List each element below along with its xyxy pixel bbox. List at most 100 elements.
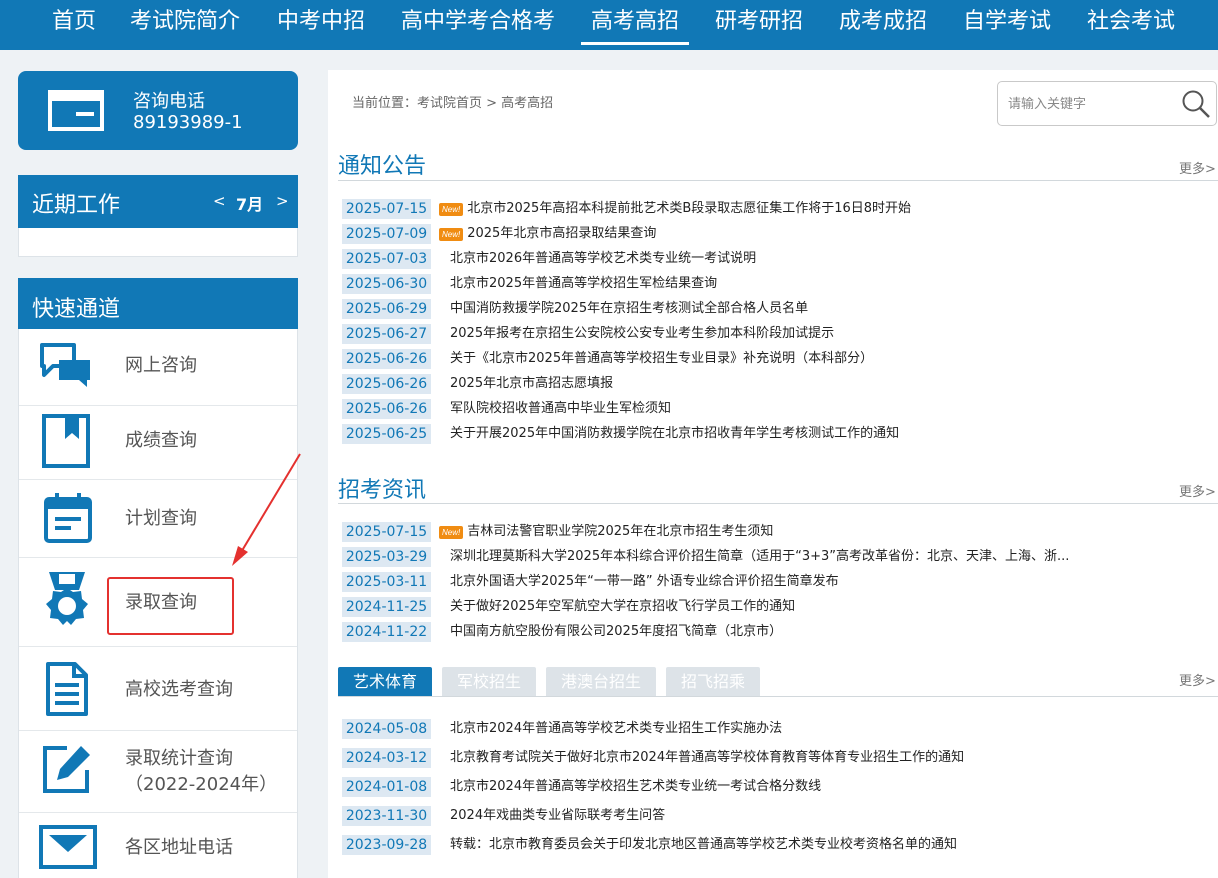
nav-item-zixue[interactable]: 自学考试 — [963, 0, 1051, 50]
news-item[interactable]: 2025-06-27 2025年报考在京招生公安院校公安专业考生参加本科阶段加试提… — [342, 324, 1218, 344]
nav-item-chengkao[interactable]: 成考成招 — [839, 0, 927, 50]
prev-month-button[interactable]: < — [213, 192, 226, 210]
news-item[interactable]: 2024-11-22 中国南方航空股份有限公司2025年度招飞简章（北京市） — [342, 622, 1218, 642]
nav-item-gaokao[interactable]: 高考高招 — [580, 0, 690, 50]
news-item[interactable]: 2025-06-29 中国消防救援学院2025年在京招生考核测试全部合格人员名单 — [342, 299, 1218, 319]
quick-item-sublabel: （2022-2024年） — [125, 774, 278, 795]
nav-item-shehui[interactable]: 社会考试 — [1087, 0, 1175, 50]
news-date: 2023-11-30 — [342, 806, 431, 826]
news-title-link[interactable]: 转载：北京市教育委员会关于印发北京地区普通高等学校艺术类专业校考资格名单的通知 — [450, 835, 957, 855]
tab-pilot-recruit[interactable]: 招飞招乘 — [666, 667, 760, 696]
card-icon — [48, 90, 104, 131]
news-title-link[interactable]: 北京市2024年普通高等学校艺术类专业招生工作实施办法 — [450, 719, 782, 739]
edit-icon — [43, 746, 90, 793]
news-title-link[interactable]: 关于做好2025年空军航空大学在京招收飞行学员工作的通知 — [450, 597, 795, 617]
chat-icon — [40, 343, 90, 387]
news-title-link[interactable]: 深圳北理莫斯科大学2025年本科综合评价招生简章（适用于“3+3”高考改革省份：… — [450, 547, 1069, 567]
quick-item-label: 网上咨询 — [125, 355, 197, 376]
news-item[interactable]: 2025-06-25 关于开展2025年中国消防救援学院在北京市招收青年学生考核测… — [342, 424, 1218, 444]
news-title-link[interactable]: 吉林司法警官职业学院2025年在北京市招生考生须知 — [467, 522, 773, 542]
news-title-link[interactable]: 北京市2026年普通高等学校艺术类专业统一考试说明 — [450, 249, 756, 269]
news-title-link[interactable]: 2025年报考在京招生公安院校公安专业考生参加本科阶段加试提示 — [450, 324, 834, 344]
recent-work-title: 近期工作 — [32, 193, 121, 218]
news-date: 2025-06-25 — [342, 424, 431, 444]
news-title-link[interactable]: 关于开展2025年中国消防救援学院在北京市招收青年学生考核测试工作的通知 — [450, 424, 899, 444]
news-title-link[interactable]: 北京教育考试院关于做好北京市2024年普通高等学校体育教育等体育专业招生工作的通… — [450, 748, 964, 768]
news-item[interactable]: 2025-07-15 New! 北京市2025年高招本科提前批艺术类B段录取志愿征集… — [342, 199, 1218, 219]
search-icon[interactable] — [1181, 89, 1211, 119]
annotation-arrow — [232, 453, 301, 566]
news-date: 2025-07-09 — [342, 224, 431, 244]
news-title-link[interactable]: 北京市2025年普通高等学校招生军检结果查询 — [450, 274, 717, 294]
top-nav: 首页 考试院简介 中考中招 高中学考合格考 高考高招 研考研招 成考成招 自学考… — [0, 0, 1218, 50]
news-title-link[interactable]: 北京市2024年普通高等学校招生艺术类专业统一考试合格分数线 — [450, 777, 821, 797]
news-item[interactable]: 2024-01-08 北京市2024年普通高等学校招生艺术类专业统一考试合格分数线 — [342, 777, 1218, 797]
current-month: 7月 — [236, 195, 264, 214]
calendar-icon — [44, 493, 92, 543]
news-date: 2024-03-12 — [342, 748, 431, 768]
news-item[interactable]: 2023-11-30 2024年戏曲类专业省际联考考生问答 — [342, 806, 1218, 826]
news-date: 2025-06-26 — [342, 349, 431, 369]
news-date: 2025-07-15 — [342, 199, 431, 219]
news-item[interactable]: 2025-07-15 New! 吉林司法警官职业学院2025年在北京市招生考生须知 — [342, 522, 1218, 542]
news-date: 2025-03-29 — [342, 547, 431, 567]
news-item[interactable]: 2024-05-08 北京市2024年普通高等学校艺术类专业招生工作实施办法 — [342, 719, 1218, 739]
notice-more-link[interactable]: 更多> — [1179, 158, 1216, 177]
news-title-link[interactable]: 北京市2025年高招本科提前批艺术类B段录取志愿征集工作将于16日8时开始 — [467, 199, 911, 219]
medal-icon — [46, 572, 88, 625]
news-item[interactable]: 2024-11-25 关于做好2025年空军航空大学在京招收飞行学员工作的通知 — [342, 597, 1218, 617]
news-title-link[interactable]: 军队院校招收普通高中毕业生军检须知 — [450, 399, 671, 419]
consult-label: 咨询电话 — [133, 91, 205, 112]
news-item[interactable]: 2025-06-30 北京市2025年普通高等学校招生军检结果查询 — [342, 274, 1218, 294]
tabs-more-link[interactable]: 更多> — [1179, 670, 1216, 689]
quick-item-label: 成绩查询 — [125, 430, 197, 451]
news-date: 2025-06-30 — [342, 274, 431, 294]
quick-access-header: 快速通道 — [18, 278, 298, 329]
quick-item-online-consult[interactable]: 网上咨询 — [19, 330, 297, 406]
nav-item-xuekao[interactable]: 高中学考合格考 — [401, 0, 555, 50]
news-title-link[interactable]: 2025年北京市高招志愿填报 — [450, 374, 613, 394]
section-divider — [338, 180, 1218, 181]
tab-arts-sports[interactable]: 艺术体育 — [338, 667, 432, 696]
nav-item-home[interactable]: 首页 — [52, 0, 96, 50]
news-date: 2024-01-08 — [342, 777, 431, 797]
tab-hk-macao-taiwan[interactable]: 港澳台招生 — [546, 667, 656, 696]
news-item[interactable]: 2025-06-26 军队院校招收普通高中毕业生军检须知 — [342, 399, 1218, 419]
tab-military-schools[interactable]: 军校招生 — [442, 667, 536, 696]
news-title-link[interactable]: 2024年戏曲类专业省际联考考生问答 — [450, 806, 665, 826]
new-badge: New! — [439, 228, 464, 241]
recent-work-header: 近期工作 < 7月 > — [18, 175, 298, 228]
news-item[interactable]: 2025-03-29 深圳北理莫斯科大学2025年本科综合评价招生简章（适用于“3… — [342, 547, 1218, 567]
news-item[interactable]: 2025-07-09 New! 2025年北京市高招录取结果查询 — [342, 224, 1218, 244]
consult-phone-box: 咨询电话 89193989-1 — [18, 71, 298, 150]
news-item[interactable]: 2024-03-12 北京教育考试院关于做好北京市2024年普通高等学校体育教育等… — [342, 748, 1218, 768]
quick-item-label: 各区地址电话 — [125, 837, 233, 858]
news-title-link[interactable]: 2025年北京市高招录取结果查询 — [467, 224, 656, 244]
next-month-button[interactable]: > — [276, 192, 289, 210]
news-title-link[interactable]: 关于《北京市2025年普通高等学校招生专业目录》补充说明（本科部分） — [450, 349, 873, 369]
search-input[interactable] — [1008, 94, 1168, 114]
quick-item-college-subject-query[interactable]: 高校选考查询 — [19, 647, 297, 731]
news-date: 2025-06-26 — [342, 399, 431, 419]
news-date: 2025-06-26 — [342, 374, 431, 394]
news-item[interactable]: 2025-07-03 北京市2026年普通高等学校艺术类专业统一考试说明 — [342, 249, 1218, 269]
nav-item-about[interactable]: 考试院简介 — [130, 0, 240, 50]
quick-item-district-contacts[interactable]: 各区地址电话 — [19, 813, 297, 878]
news-title-link[interactable]: 中国南方航空股份有限公司2025年度招飞简章（北京市） — [450, 622, 782, 642]
section-divider — [338, 503, 1218, 504]
news-item[interactable]: 2025-06-26 关于《北京市2025年普通高等学校招生专业目录》补充说明（本… — [342, 349, 1218, 369]
news-item[interactable]: 2025-03-11 北京外国语大学2025年“一带一路” 外语专业综合评价招生简… — [342, 572, 1218, 592]
news-date: 2025-06-29 — [342, 299, 431, 319]
breadcrumb: 当前位置：考试院首页 > 高考高招 — [352, 96, 554, 111]
news-item[interactable]: 2025-06-26 2025年北京市高招志愿填报 — [342, 374, 1218, 394]
nav-item-yankao[interactable]: 研考研招 — [715, 0, 803, 50]
admission-more-link[interactable]: 更多> — [1179, 481, 1216, 500]
news-item[interactable]: 2023-09-28 转载：北京市教育委员会关于印发北京地区普通高等学校艺术类专业… — [342, 835, 1218, 855]
highlight-box — [107, 577, 234, 635]
news-title-link[interactable]: 中国消防救援学院2025年在京招生考核测试全部合格人员名单 — [450, 299, 808, 319]
quick-item-admission-stats-query[interactable]: 录取统计查询 （2022-2024年） — [19, 731, 297, 813]
news-date: 2024-05-08 — [342, 719, 431, 739]
news-title-link[interactable]: 北京外国语大学2025年“一带一路” 外语专业综合评价招生简章发布 — [450, 572, 839, 592]
nav-item-zhongkao[interactable]: 中考中招 — [277, 0, 365, 50]
news-date: 2025-06-27 — [342, 324, 431, 344]
